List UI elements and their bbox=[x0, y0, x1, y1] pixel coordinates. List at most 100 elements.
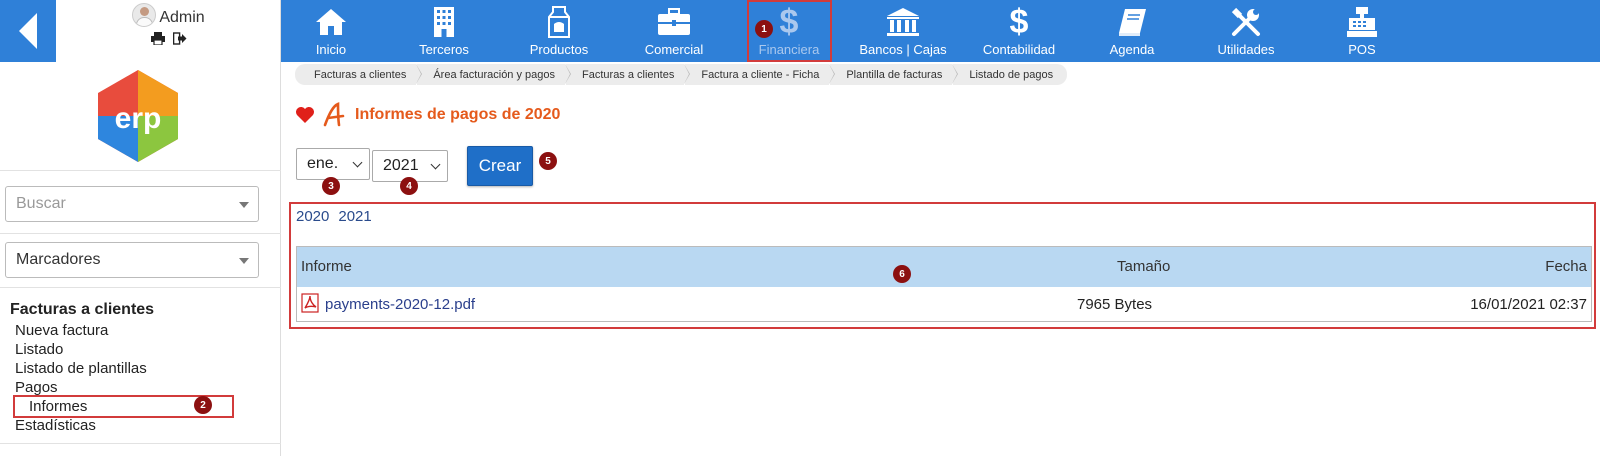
breadcrumb-label: Listado de pagos bbox=[969, 68, 1054, 81]
bookmarks-select[interactable]: Marcadores bbox=[5, 242, 259, 278]
year-link-2021[interactable]: 2021 bbox=[338, 208, 371, 225]
menu-item-new-invoice[interactable]: Nueva factura bbox=[15, 322, 108, 339]
breadcrumb-item[interactable]: Plantilla de facturas bbox=[830, 64, 959, 85]
annotation-badge: 3 bbox=[322, 177, 340, 195]
nav-label: Bancos | Cajas bbox=[859, 42, 947, 57]
nav-item-inicio[interactable]: Inicio bbox=[311, 0, 351, 62]
home-icon bbox=[316, 9, 346, 35]
menu-item-list[interactable]: Listado bbox=[15, 341, 63, 358]
chevron-down-icon bbox=[430, 159, 441, 170]
pdf-icon[interactable] bbox=[301, 293, 319, 313]
menu-item-templates[interactable]: Listado de plantillas bbox=[15, 360, 147, 377]
nav-label: Inicio bbox=[315, 42, 347, 57]
sidebar-divider bbox=[0, 287, 281, 288]
nav-item-terceros[interactable]: Terceros bbox=[419, 0, 469, 62]
sidebar-divider bbox=[0, 170, 281, 171]
top-nav: Inicio Terceros Productos Comercial $ Fi… bbox=[281, 0, 1600, 62]
create-button[interactable]: Crear bbox=[467, 146, 533, 186]
search-select[interactable]: Buscar bbox=[5, 186, 259, 222]
breadcrumb: Facturas a clientes Área facturación y p… bbox=[295, 64, 1068, 85]
menu-item-statistics[interactable]: Estadísticas bbox=[15, 417, 96, 434]
breadcrumb-item[interactable]: Facturas a clientes bbox=[566, 64, 691, 85]
nav-label: Productos bbox=[529, 42, 589, 57]
nav-label: Financiera bbox=[758, 42, 820, 57]
nav-label: Comercial bbox=[644, 42, 704, 57]
month-value: ene. bbox=[307, 155, 339, 172]
year-links: 2020 2021 bbox=[296, 208, 372, 225]
menu-title[interactable]: Facturas a clientes bbox=[10, 301, 154, 319]
reports-table: Informe Tamaño Fecha payments-2020-12.pd… bbox=[296, 246, 1592, 322]
menu-item-reports[interactable]: Informes bbox=[29, 398, 87, 415]
breadcrumb-item[interactable]: Factura a cliente - Ficha bbox=[685, 64, 836, 85]
table-row: payments-2020-12.pdf 7965 Bytes 16/01/20… bbox=[297, 287, 1591, 321]
chevron-down-icon bbox=[352, 157, 363, 168]
page-title: Informes de pagos de 2020 bbox=[295, 102, 560, 128]
tools-icon bbox=[1231, 7, 1260, 36]
cash-register-icon bbox=[1347, 7, 1377, 37]
nav-label: Agenda bbox=[1109, 42, 1155, 57]
search-placeholder: Buscar bbox=[16, 195, 66, 212]
annotation-badge: 5 bbox=[539, 152, 557, 170]
bookmarks-label: Marcadores bbox=[16, 251, 101, 268]
caret-down-icon bbox=[239, 202, 249, 208]
report-file-link[interactable]: payments-2020-12.pdf bbox=[325, 296, 475, 313]
user-box: Admin bbox=[56, 0, 281, 62]
report-size: 7965 Bytes bbox=[1077, 296, 1153, 313]
milk-box-icon bbox=[548, 6, 570, 38]
back-button[interactable] bbox=[0, 0, 56, 62]
book-icon bbox=[1119, 9, 1146, 36]
sidebar-divider bbox=[0, 443, 281, 444]
nav-item-comercial[interactable]: Comercial bbox=[643, 0, 705, 62]
sidebar: Admin erp Buscar Marcadores Facturas a c… bbox=[0, 0, 281, 456]
annotation-badge: 1 bbox=[755, 20, 773, 38]
report-date: 16/01/2021 02:37 bbox=[1470, 296, 1587, 313]
year-link-2020[interactable]: 2020 bbox=[296, 208, 329, 225]
breadcrumb-label: Facturas a clientes bbox=[582, 68, 675, 81]
year-value: 2021 bbox=[383, 157, 419, 174]
breadcrumb-label: Área facturación y pagos bbox=[433, 68, 556, 81]
nav-label: Terceros bbox=[419, 42, 469, 57]
nav-label: POS bbox=[1348, 42, 1376, 57]
erp-logo: erp bbox=[98, 70, 178, 162]
print-icon[interactable] bbox=[150, 32, 165, 45]
table-header: Informe Tamaño Fecha bbox=[297, 247, 1591, 287]
nav-label: Contabilidad bbox=[982, 42, 1056, 57]
annotation-badge: 2 bbox=[194, 396, 212, 414]
building-icon bbox=[434, 7, 454, 37]
logout-icon[interactable] bbox=[172, 32, 187, 45]
breadcrumb-item[interactable]: Área facturación y pagos bbox=[417, 64, 572, 85]
sidebar-divider bbox=[0, 233, 281, 234]
avatar[interactable] bbox=[132, 3, 157, 27]
header-date[interactable]: Fecha bbox=[1545, 258, 1587, 275]
breadcrumb-label: Facturas a clientes bbox=[314, 68, 407, 81]
nav-item-productos[interactable]: Productos bbox=[529, 0, 589, 62]
nav-item-utilidades[interactable]: Utilidades bbox=[1213, 0, 1279, 62]
heart-icon[interactable] bbox=[295, 106, 315, 124]
nav-item-agenda[interactable]: Agenda bbox=[1107, 0, 1157, 62]
nav-item-pos[interactable]: POS bbox=[1342, 0, 1382, 62]
caret-down-icon bbox=[239, 258, 249, 264]
page-title-text: Informes de pagos de 2020 bbox=[355, 106, 561, 123]
breadcrumb-item[interactable]: Facturas a clientes bbox=[295, 64, 423, 85]
header-size[interactable]: Tamaño bbox=[1117, 258, 1170, 275]
dollar-icon: $ bbox=[779, 3, 799, 41]
nav-label: Utilidades bbox=[1217, 42, 1275, 57]
breadcrumb-label: Factura a cliente - Ficha bbox=[701, 68, 820, 81]
user-name[interactable]: Admin bbox=[159, 9, 204, 27]
month-select[interactable]: ene. bbox=[296, 148, 370, 180]
header-report[interactable]: Informe bbox=[301, 258, 352, 275]
arrow-left-icon bbox=[19, 13, 37, 49]
dollar-icon: $ bbox=[1009, 3, 1029, 41]
breadcrumb-label: Plantilla de facturas bbox=[846, 68, 943, 81]
annotation-badge: 4 bbox=[400, 177, 418, 195]
menu-item-payments[interactable]: Pagos bbox=[15, 379, 58, 396]
nav-item-contabilidad[interactable]: $ Contabilidad bbox=[981, 0, 1057, 62]
annotation-badge: 6 bbox=[893, 265, 911, 283]
breadcrumb-item[interactable]: Listado de pagos bbox=[953, 64, 1068, 85]
briefcase-icon bbox=[658, 8, 690, 35]
payments-module-icon bbox=[323, 102, 345, 127]
bank-icon bbox=[887, 8, 919, 36]
nav-item-bancos-cajas[interactable]: Bancos | Cajas bbox=[859, 0, 947, 62]
svg-text:erp: erp bbox=[115, 102, 162, 135]
app-root: Admin erp Buscar Marcadores Facturas a c… bbox=[0, 0, 1600, 456]
